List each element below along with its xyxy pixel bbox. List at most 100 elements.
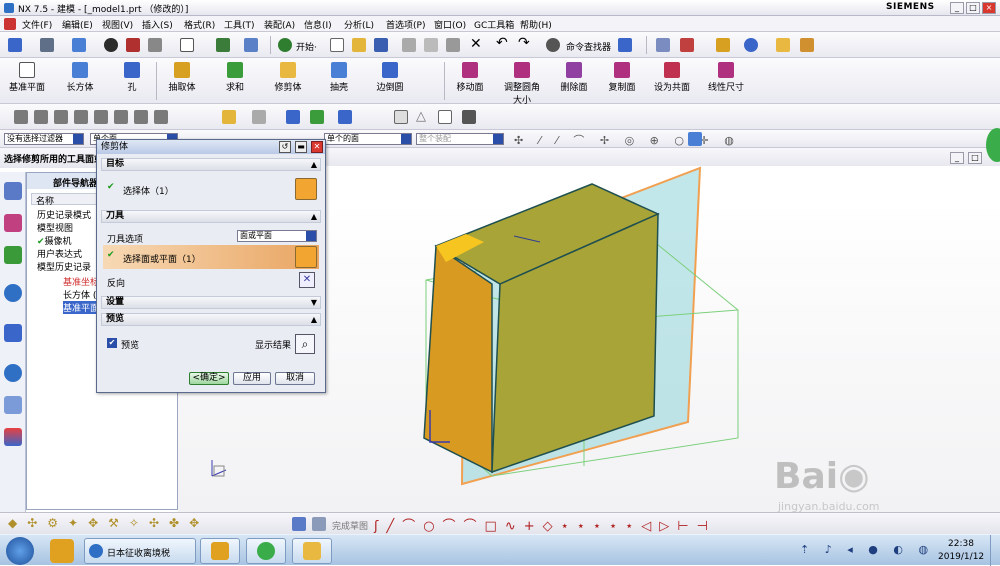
nx-task[interactable] (292, 538, 332, 564)
menu-help[interactable]: 帮助(H) (520, 18, 552, 31)
dialog-titlebar[interactable]: 修剪体 ↺ ▬ ✕ (97, 140, 325, 154)
edit-icon[interactable] (222, 110, 236, 124)
dialog-minimize-icon[interactable]: ▬ (295, 141, 307, 153)
analysis-icon[interactable] (744, 38, 758, 52)
wireframe-icon[interactable] (126, 38, 140, 52)
solid-icon[interactable] (462, 110, 476, 124)
menu-gc-toolbox[interactable]: GC工具箱 (474, 18, 514, 31)
assembly-icon[interactable] (656, 38, 670, 52)
extract-body-button[interactable]: 抽取体 (164, 62, 200, 93)
menu-file[interactable]: 文件(F) (22, 18, 52, 31)
make-coplanar-button[interactable]: 设为共面 (652, 62, 692, 93)
new-file-icon[interactable] (330, 38, 344, 52)
minimize-button[interactable]: _ (950, 2, 964, 14)
offset-icon[interactable] (310, 110, 324, 124)
face-rule-dropdown-right[interactable]: 单个的面 (324, 133, 412, 145)
show-result-magnifier-icon[interactable]: ⌕ (295, 334, 315, 354)
constraint-navigator-icon[interactable] (4, 214, 22, 232)
rect-icon[interactable] (438, 110, 452, 124)
edge-blend-button[interactable]: 边倒圆 (372, 62, 408, 93)
preview-section-header[interactable]: 预览 ▲ (101, 313, 321, 326)
datum-plane-button[interactable]: 基准平面 (6, 62, 48, 93)
sync-4-icon[interactable] (74, 110, 88, 124)
menu-preferences[interactable]: 首选项(P) (386, 18, 425, 31)
web-browser-icon[interactable] (4, 324, 22, 342)
apply-button[interactable]: 应用 (233, 372, 271, 385)
browser-task[interactable] (246, 538, 286, 564)
ok-button[interactable]: <确定> (189, 372, 229, 385)
dialog-reset-icon[interactable]: ↺ (279, 141, 291, 153)
shaded-edges-icon[interactable] (104, 38, 118, 52)
command-finder-icon[interactable] (546, 38, 560, 52)
tray-icons[interactable]: ⇡ ♪ ◂ ● ◐ ◍ (800, 543, 934, 556)
ime-task[interactable]: 日本征收离境税 (84, 538, 196, 564)
target-section-header[interactable]: 目标 ▲ (101, 158, 321, 171)
command-finder-button[interactable]: 命令查找器 (566, 40, 611, 53)
part-navigator-icon[interactable] (4, 246, 22, 264)
sync-2-icon[interactable] (34, 110, 48, 124)
system-materials-icon[interactable] (4, 396, 22, 414)
target-select-row[interactable]: ✔ 选择体（1） (103, 176, 319, 202)
sync-1-icon[interactable] (14, 110, 28, 124)
delete-icon[interactable]: ✕ (470, 36, 482, 52)
tree-model-views[interactable]: 模型视图 (37, 221, 73, 234)
menu-view[interactable]: 视图(V) (102, 18, 133, 31)
grid-icon[interactable] (312, 517, 326, 531)
menu-window[interactable]: 窗口(O) (434, 18, 466, 31)
sync-7-icon[interactable] (134, 110, 148, 124)
measure-icon[interactable] (716, 38, 730, 52)
shell-button[interactable]: 抽壳 (324, 62, 354, 93)
tree-model-history[interactable]: 模型历史记录 (37, 260, 91, 273)
select-body-icon[interactable] (295, 178, 317, 200)
shaded-icon[interactable] (72, 38, 86, 52)
hole-button[interactable]: 孔 (118, 62, 146, 93)
select-face-icon[interactable] (295, 246, 317, 268)
block-button[interactable]: 长方体 (60, 62, 100, 93)
background-icon[interactable] (180, 38, 194, 52)
unite-button[interactable]: 求和 (220, 62, 250, 93)
menu-insert[interactable]: 插入(S) (142, 18, 173, 31)
cut-icon[interactable] (402, 38, 416, 52)
history-icon[interactable] (4, 364, 22, 382)
menu-format[interactable]: 格式(R) (184, 18, 215, 31)
ruler-icon[interactable] (776, 38, 790, 52)
sync-8-icon[interactable] (154, 110, 168, 124)
start-button[interactable]: 开始· (296, 40, 317, 53)
box-outline-icon[interactable] (394, 110, 408, 124)
rotate-icon[interactable] (216, 38, 230, 52)
reverse-direction-icon[interactable]: ✕ (299, 272, 315, 288)
settings-section-header[interactable]: 设置 ▼ (101, 296, 321, 309)
info-icon[interactable] (618, 38, 632, 52)
wcs-icon[interactable] (680, 38, 694, 52)
sync-6-icon[interactable] (114, 110, 128, 124)
move-face-button[interactable]: 移动面 (452, 62, 488, 93)
copy-icon[interactable] (424, 38, 438, 52)
open-file-icon[interactable] (352, 38, 366, 52)
menu-analysis[interactable]: 分析(L) (344, 18, 374, 31)
snap-point-icons[interactable]: ✣ ⁄ ⁄ ⌒ ✢ ◎ ⊕ ○ ✛ ◍ (514, 132, 740, 148)
sketch-icon[interactable] (292, 517, 306, 531)
close-button[interactable]: × (982, 2, 996, 14)
assembly-scope-dropdown[interactable]: 整个装配 (416, 133, 504, 145)
start-icon[interactable] (4, 18, 16, 30)
orient-icon[interactable] (244, 38, 258, 52)
menu-tools[interactable]: 工具(T) (224, 18, 255, 31)
menu-assembly[interactable]: 装配(A) (264, 18, 295, 31)
linear-dimension-button[interactable]: 线性尺寸 (704, 62, 748, 93)
snap-view-icon[interactable] (8, 38, 22, 52)
selection-filter-dropdown[interactable]: 没有选择过滤器 (4, 133, 84, 145)
tool-option-dropdown[interactable]: 面或平面 (237, 230, 317, 242)
resize-blend-button[interactable]: 调整圆角大小 (500, 62, 544, 106)
bottom-tool-icons-left[interactable]: ◆✣⚙✦✥⚒✧✣✤✥ (8, 516, 209, 530)
tree-history-mode[interactable]: 历史记录模式 (37, 208, 91, 221)
view-restore-button[interactable]: □ (968, 152, 982, 164)
paste-icon[interactable] (446, 38, 460, 52)
sketch-curve-icons[interactable]: ʃ╱⌒○⌒⌒□∿+◇⋆⋆⋆⋆⋆◁▷⊢⊣ (374, 515, 716, 534)
redo-icon[interactable]: ↷ (518, 35, 530, 51)
cancel-button[interactable]: 取消 (275, 372, 315, 385)
move-icon[interactable] (286, 110, 300, 124)
triangle-icon[interactable]: △ (416, 109, 426, 124)
save-icon[interactable] (374, 38, 388, 52)
snap-box-icon[interactable] (688, 132, 702, 146)
paint-task[interactable] (200, 538, 240, 564)
